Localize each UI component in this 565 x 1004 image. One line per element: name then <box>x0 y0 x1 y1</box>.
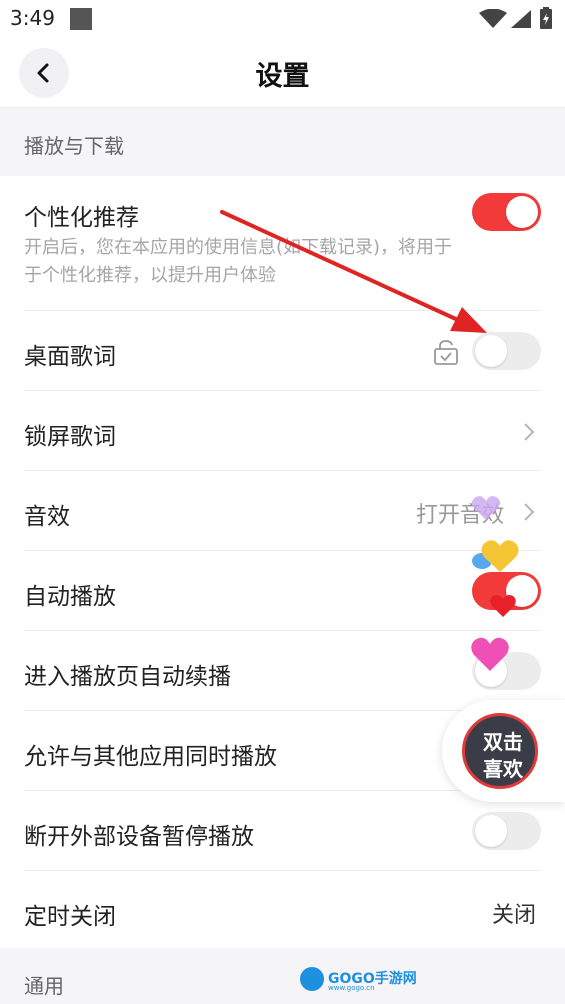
section-header-playback: 播放与下载 <box>0 108 565 176</box>
toggle-knob <box>506 196 538 228</box>
pause-on-disconnect-label: 断开外部设备暂停播放 <box>24 824 254 850</box>
signal-icon <box>511 10 531 28</box>
row-sleep-timer[interactable]: 定时关闭 关闭 <box>0 871 565 948</box>
nav-bar: 设置 <box>0 38 565 108</box>
heart-icon <box>471 637 509 671</box>
wifi-icon <box>479 9 507 28</box>
row-pause-on-disconnect: 断开外部设备暂停播放 <box>0 791 565 871</box>
watermark: GOGO手游网 www.gogo.cn <box>300 965 440 995</box>
section-title-playback: 播放与下载 <box>24 134 124 158</box>
chevron-right-icon <box>524 503 535 521</box>
pause-on-disconnect-toggle[interactable] <box>472 812 541 850</box>
mix-play-label: 允许与其他应用同时播放 <box>24 744 277 770</box>
watermark-subtext: www.gogo.cn <box>328 984 375 992</box>
row-lockscreen-lyrics[interactable]: 锁屏歌词 <box>0 391 565 471</box>
desktop-lyrics-label: 桌面歌词 <box>24 344 116 370</box>
heart-icon <box>472 540 519 572</box>
sleep-timer-value: 关闭 <box>492 903 537 928</box>
double-tap-like-button[interactable]: 双击 喜欢 <box>442 700 565 802</box>
auto-continue-label: 进入播放页自动续播 <box>24 664 231 690</box>
annotation-arrow <box>220 210 487 333</box>
album-disc: 双击 喜欢 <box>462 713 538 789</box>
section-title-general: 通用 <box>24 974 64 998</box>
page-title: 设置 <box>255 61 310 92</box>
toggle-knob <box>475 815 507 847</box>
heart-icon <box>490 595 516 617</box>
status-time: 3:49 <box>10 6 55 30</box>
autoplay-label: 自动播放 <box>24 584 116 610</box>
double-tap-text: 双击 <box>483 730 523 754</box>
heart-icon <box>471 496 501 520</box>
section-header-general: 通用 <box>0 948 565 1004</box>
notification-icon <box>70 8 92 30</box>
lock-icon <box>434 340 458 365</box>
sound-effect-label: 音效 <box>24 504 70 530</box>
sleep-timer-label: 定时关闭 <box>24 904 116 930</box>
battery-icon <box>540 7 552 29</box>
lockscreen-lyrics-label: 锁屏歌词 <box>24 424 116 450</box>
personalized-label: 个性化推荐 <box>24 205 139 231</box>
like-text: 喜欢 <box>483 757 523 781</box>
watermark-logo-icon <box>300 967 324 991</box>
status-bar: 3:49 <box>0 0 565 38</box>
chevron-right-icon <box>524 423 535 441</box>
